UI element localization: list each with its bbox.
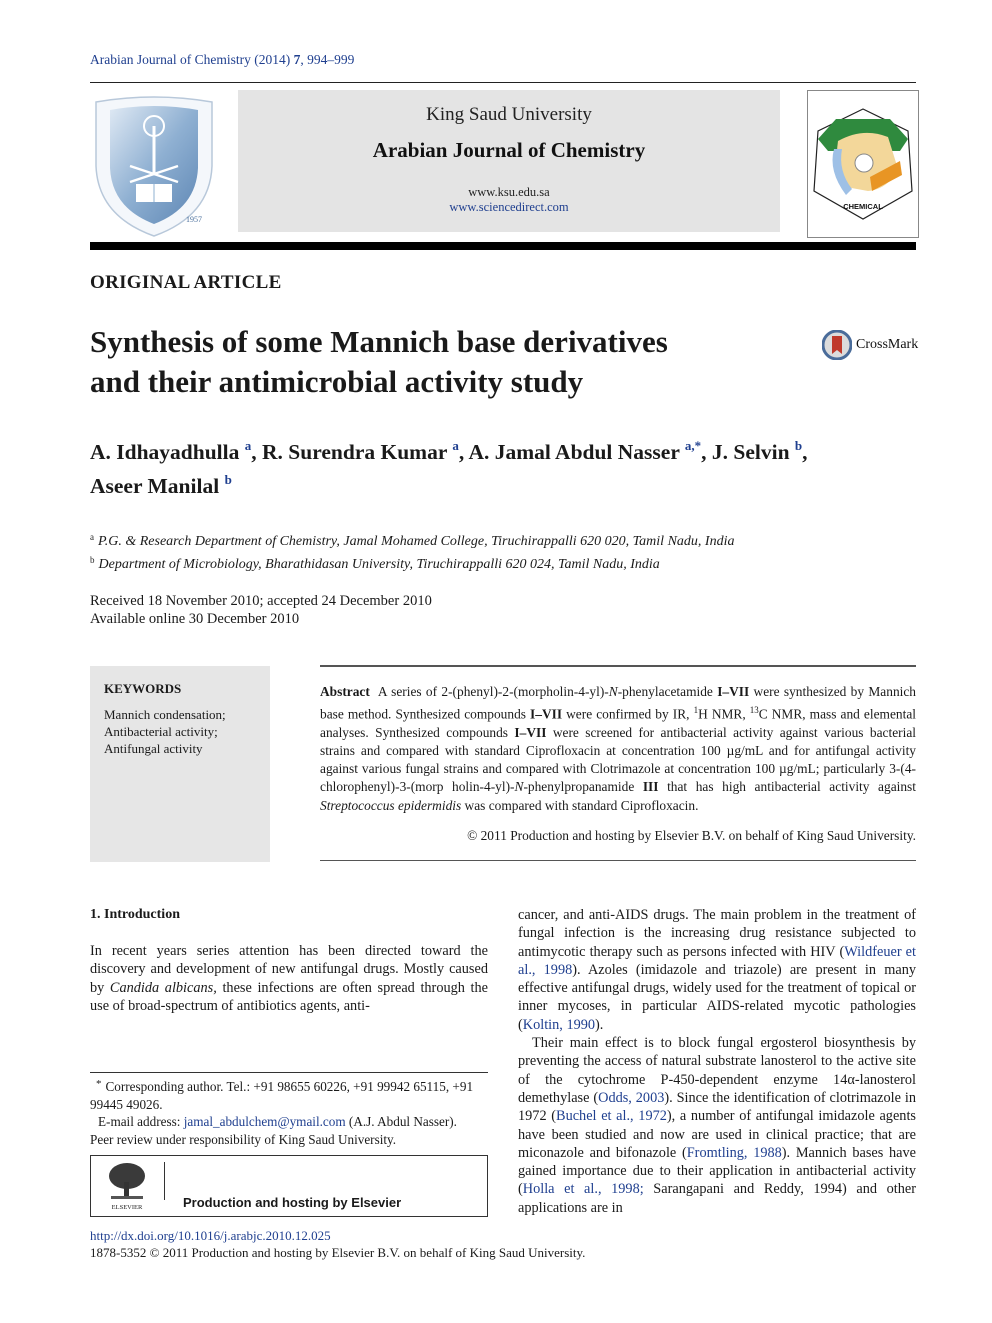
footnote-rule [90,1072,488,1073]
author: A. Jamal Abdul Nasser a,*, [468,438,712,464]
journal-pages: , 994–999 [300,52,355,67]
doi-link[interactable]: http://dx.doi.org/10.1016/j.arabjc.2010.… [90,1228,331,1244]
saudi-chemical-society-logo: CHEMICAL [807,90,919,238]
received-date: Received 18 November 2010; accepted 24 D… [90,593,432,609]
author-list: A. Idhayadhulla a, R. Surendra Kumar a, … [90,432,920,500]
author: A. Idhayadhulla a, [90,438,263,464]
king-saud-university-logo: 1957 [90,96,218,240]
affiliation-link[interactable]: b [225,472,232,487]
abstract-label: Abstract [320,684,370,699]
citation-link[interactable]: Odds, 2003 [598,1090,664,1106]
affiliation-link[interactable]: a,* [685,438,701,453]
affiliation-a: a P.G. & Research Department of Chemistry… [90,532,735,549]
paragraph: cancer, and anti-AIDS drugs. The main pr… [518,907,916,1033]
elsevier-tree-icon: ELSEVIER [109,1163,145,1211]
footnotes: * Corresponding author. Tel.: +91 98655 6… [90,1076,488,1148]
crossmark-button[interactable]: CrossMark [822,330,918,360]
svg-text:1957: 1957 [186,215,202,224]
journal-banner: King Saud University Arabian Journal of … [238,90,780,232]
abstract-text: Abstract A series of 2-(phenyl)-2-(morpho… [320,684,917,813]
intro-left-column: In recent years series attention has bee… [90,943,488,1014]
affiliation-b: b Department of Microbiology, Bharathidas… [90,555,660,572]
intro-right-column: cancer, and anti-AIDS drugs. The main pr… [518,906,916,1217]
article-type: ORIGINAL ARTICLE [90,272,282,293]
keywords-title: KEYWORDS [104,681,182,696]
abstract-top-rule [320,665,916,667]
title-line-1: Synthesis of some Mannich base derivativ… [90,324,668,359]
peer-review-note: Peer review under responsibility of King… [90,1131,397,1147]
svg-text:ELSEVIER: ELSEVIER [112,1204,143,1211]
crossmark-label: CrossMark [856,337,919,352]
elsevier-production-box: ELSEVIER Production and hosting by Elsev… [90,1155,488,1217]
available-date: Available online 30 December 2010 [90,611,300,627]
keyword: Antifungal activity [104,741,203,756]
logo-divider [164,1162,165,1200]
citation-link[interactable]: Fromtling, 1988 [687,1145,782,1161]
shield-emblem-icon: 1957 [95,96,213,237]
abstract-bottom-rule [320,860,916,861]
journal-ref-text: Arabian Journal of Chemistry (2014) [90,52,294,67]
abstract-copyright: © 2011 Production and hosting by Elsevie… [467,828,916,843]
sciencedirect-link[interactable]: www.sciencedirect.com [449,200,568,214]
affiliations: a P.G. & Research Department of Chemistry… [90,528,734,574]
saudi-chemical-society-emblem-icon: CHEMICAL [813,108,913,220]
header-thick-rule [90,242,916,250]
keyword: Antibacterial activity; [104,724,218,739]
citation-link[interactable]: Koltin, 1990 [523,1017,595,1033]
paragraph: Their main effect is to block fungal erg… [518,1035,916,1216]
production-hosting-label: Production and hosting by Elsevier [183,1195,402,1210]
article-title: Synthesis of some Mannich base derivativ… [90,322,770,402]
journal-name: Arabian Journal of Chemistry [372,138,646,162]
ksu-url[interactable]: www.ksu.edu.sa [238,185,780,200]
crossmark-icon [822,330,852,360]
elsevier-logo: ELSEVIER [105,1160,149,1212]
citation-link[interactable]: Buchel et al., 1972 [556,1108,667,1124]
title-line-2: and their antimicrobial activity study [90,364,584,399]
header-rule [90,82,916,83]
university-name: King Saud University [426,104,592,125]
email-note: E-mail address: jamal_abdulchem@ymail.co… [98,1114,457,1129]
author: R. Surendra Kumar a, [262,438,469,464]
issn-copyright: 1878-5352 © 2011 Production and hosting … [90,1245,586,1260]
svg-text:CHEMICAL: CHEMICAL [843,202,883,211]
journal-reference[interactable]: Arabian Journal of Chemistry (2014) 7, 9… [90,52,354,68]
section-heading-introduction: 1. Introduction [90,907,180,922]
author: Aseer Manilal b [90,472,232,498]
citation-link[interactable]: Holla et al., 1998; [523,1181,644,1197]
keywords-box: KEYWORDS Mannich condensation; Antibacte… [90,666,270,862]
keyword: Mannich condensation; [104,707,226,722]
email-link[interactable]: jamal_abdulchem@ymail.com [184,1114,346,1129]
author: J. Selvin b, [711,438,808,464]
corresponding-author-note: * Corresponding author. Tel.: +91 98655 6… [90,1078,474,1112]
article-dates: Received 18 November 2010; accepted 24 D… [90,592,432,628]
